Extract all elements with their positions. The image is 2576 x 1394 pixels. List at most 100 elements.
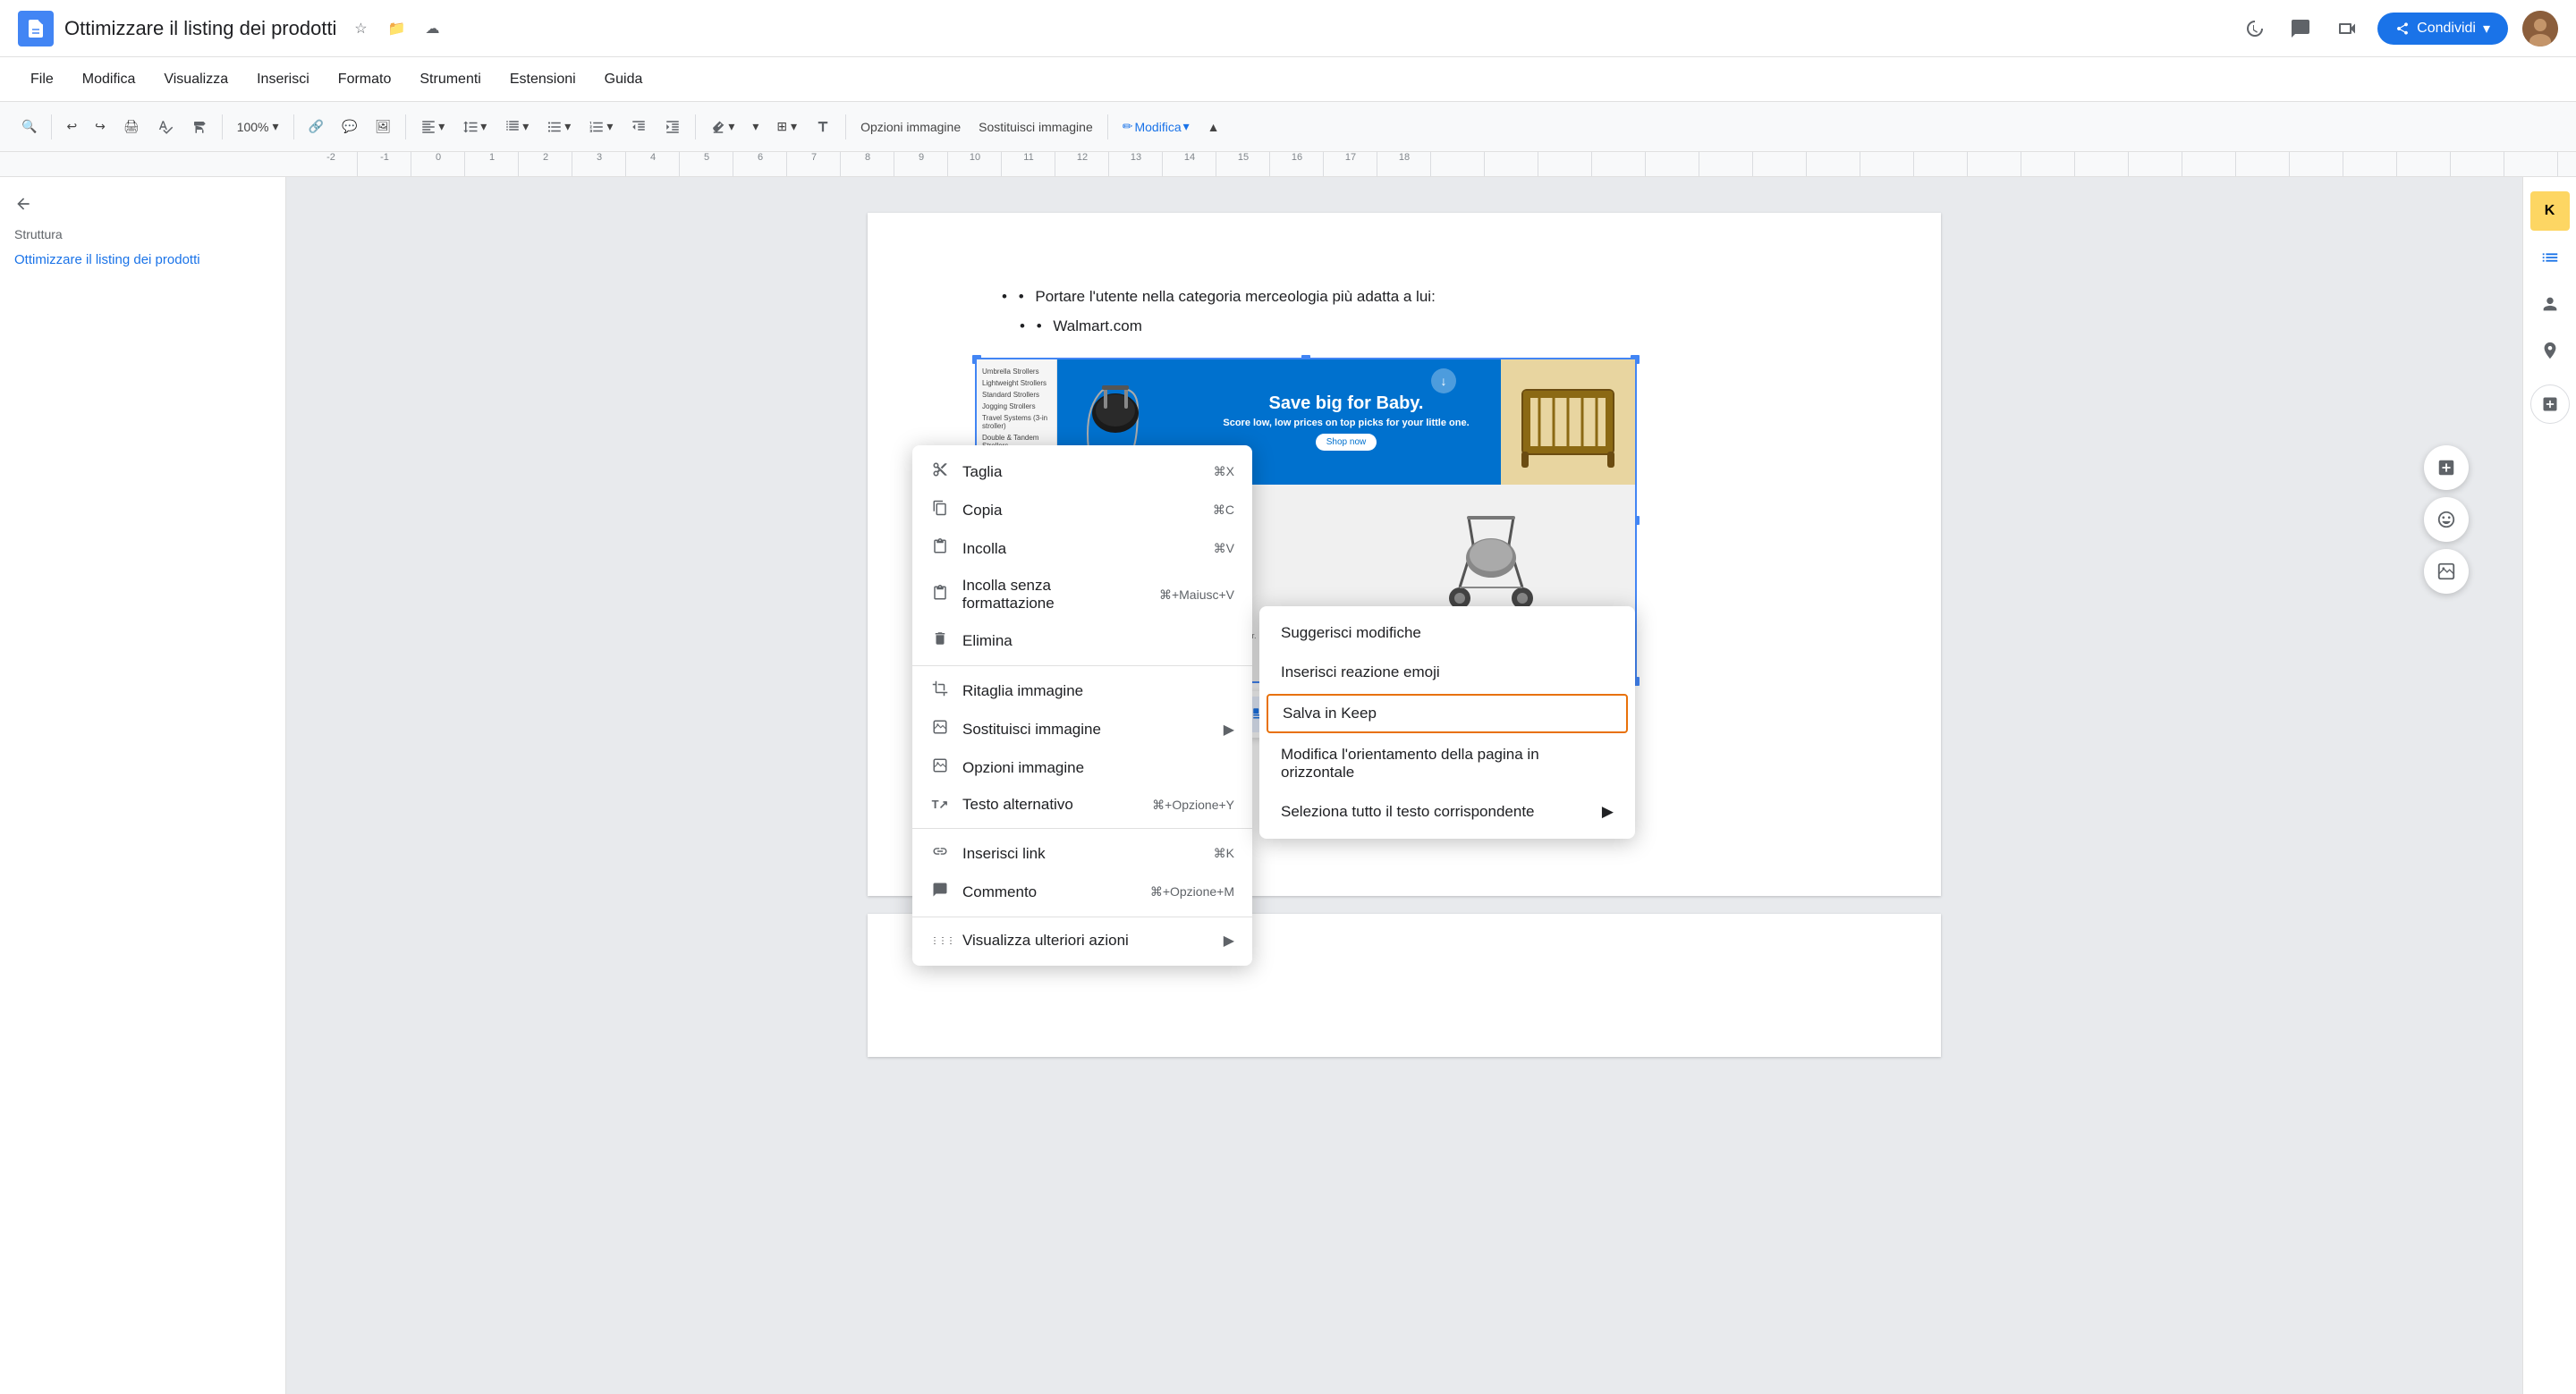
menu-strumenti[interactable]: Strumenti bbox=[407, 66, 493, 93]
image-options-toolbar-button[interactable]: Opzioni immagine bbox=[853, 116, 968, 138]
add-content-button[interactable] bbox=[2424, 445, 2469, 490]
sidebar-nav-item[interactable]: Ottimizzare il listing dei prodotti bbox=[14, 252, 200, 267]
context-insert-link[interactable]: Inserisci link ⌘K bbox=[912, 834, 1252, 873]
comment-icon bbox=[930, 882, 950, 902]
search-button[interactable]: 🔍 bbox=[14, 115, 44, 138]
menu-file[interactable]: File bbox=[18, 66, 66, 93]
menu-visualizza[interactable]: Visualizza bbox=[151, 66, 241, 93]
divider bbox=[51, 114, 52, 139]
walmart-shop-now-button[interactable]: Shop now bbox=[1316, 434, 1377, 451]
context-cut[interactable]: Taglia ⌘X bbox=[912, 452, 1252, 491]
cloud-icon[interactable]: ☁ bbox=[419, 15, 445, 42]
context-paste-unformatted[interactable]: Incolla senza formattazione ⌘+Maiusc+V bbox=[912, 568, 1252, 621]
collapse-button[interactable]: ▲ bbox=[1200, 116, 1227, 138]
context-image-options[interactable]: Opzioni immagine bbox=[912, 748, 1252, 787]
crop-label: Ritaglia immagine bbox=[962, 682, 1083, 700]
add-panel-button[interactable] bbox=[2530, 384, 2570, 424]
title-bar: Ottimizzare il listing dei prodotti ☆ 📁 … bbox=[0, 0, 2576, 57]
share-button[interactable]: Condividi ▾ bbox=[2377, 13, 2508, 45]
comment-button[interactable]: 💬 bbox=[335, 115, 364, 138]
table-button[interactable]: ⊞ ▾ bbox=[769, 115, 804, 138]
cut-shortcut: ⌘X bbox=[1214, 464, 1234, 479]
history-icon[interactable] bbox=[2238, 13, 2270, 45]
context-replace-image[interactable]: Sostituisci immagine ▶ bbox=[912, 710, 1252, 748]
image-float-button[interactable] bbox=[2424, 549, 2469, 594]
format-bar: 🔍 ↩ ↪ 🖨 100% ▾ 🔗 💬 🖼 ▾ ▾ ▾ ▾ ▾ bbox=[0, 102, 2576, 152]
title-bar-left: Ottimizzare il listing dei prodotti ☆ 📁 … bbox=[18, 11, 2238, 46]
line-spacing-button[interactable]: ▾ bbox=[455, 115, 494, 139]
emoji-button[interactable] bbox=[2424, 497, 2469, 542]
menu-modifica[interactable]: Modifica bbox=[70, 66, 148, 93]
spellcheck-button[interactable] bbox=[150, 115, 181, 139]
context-alt-text[interactable]: T↗ Testo alternativo ⌘+Opzione+Y bbox=[912, 787, 1252, 823]
context-copy[interactable]: Copia ⌘C bbox=[912, 491, 1252, 529]
document-title: Ottimizzare il listing dei prodotti bbox=[64, 17, 336, 40]
keep-panel-button[interactable]: K bbox=[2530, 191, 2570, 231]
maps-panel-button[interactable] bbox=[2530, 331, 2570, 370]
ruler: -2 -1 0 1 2 3 4 5 6 7 8 9 10 11 12 13 14… bbox=[0, 152, 2576, 177]
delete-label: Elimina bbox=[962, 632, 1013, 650]
delete-icon bbox=[930, 630, 950, 651]
menu-bar: File Modifica Visualizza Inserisci Forma… bbox=[0, 57, 2576, 102]
ruler-content: -2 -1 0 1 2 3 4 5 6 7 8 9 10 11 12 13 14… bbox=[304, 152, 2576, 176]
walmart-hero-text: Save big for Baby. Score low, low prices… bbox=[1223, 393, 1469, 451]
submenu-suggest[interactable]: Suggerisci modifiche bbox=[1259, 613, 1635, 653]
video-icon[interactable] bbox=[2331, 13, 2363, 45]
indent-decrease-button[interactable] bbox=[623, 115, 654, 139]
more-actions-label: Visualizza ulteriori azioni bbox=[962, 932, 1129, 950]
bullet-list-button[interactable]: ▾ bbox=[539, 115, 578, 139]
star-icon[interactable]: ☆ bbox=[347, 15, 374, 42]
more-actions-icon: ⋮⋮⋮ bbox=[930, 936, 950, 946]
undo-button[interactable]: ↩ bbox=[59, 115, 84, 138]
paintformat-button[interactable] bbox=[184, 115, 215, 139]
paste-plain-icon bbox=[930, 585, 950, 605]
context-comment[interactable]: Commento ⌘+Opzione+M bbox=[912, 873, 1252, 911]
bullet-item-1: • Portare l'utente nella categoria merce… bbox=[1002, 284, 1834, 310]
menu-formato[interactable]: Formato bbox=[326, 66, 404, 93]
comments-icon[interactable] bbox=[2284, 13, 2317, 45]
bullet-item-2: • Walmart.com bbox=[1020, 314, 1834, 340]
user-avatar[interactable] bbox=[2522, 11, 2558, 46]
copy-shortcut: ⌘C bbox=[1213, 503, 1234, 518]
image-button[interactable]: 🖼 bbox=[368, 115, 398, 138]
divider5 bbox=[695, 114, 696, 139]
context-crop[interactable]: Ritaglia immagine bbox=[912, 672, 1252, 710]
trim-button[interactable] bbox=[808, 115, 838, 139]
divider4 bbox=[405, 114, 406, 139]
context-delete[interactable]: Elimina bbox=[912, 621, 1252, 660]
float-action-buttons bbox=[2424, 445, 2469, 594]
align-button[interactable]: ▾ bbox=[413, 115, 452, 139]
replace-image-icon bbox=[930, 719, 950, 739]
zoom-control[interactable]: 100% ▾ bbox=[230, 115, 286, 138]
menu-guida[interactable]: Guida bbox=[592, 66, 656, 93]
checklist-button[interactable]: ▾ bbox=[497, 115, 536, 139]
image-options-label: Opzioni immagine bbox=[962, 759, 1084, 777]
print-button[interactable]: 🖨 bbox=[116, 115, 147, 138]
submenu-emoji[interactable]: Inserisci reazione emoji bbox=[1259, 653, 1635, 692]
tasks-panel-button[interactable] bbox=[2530, 238, 2570, 277]
redo-button[interactable]: ↪ bbox=[88, 115, 113, 138]
submenu-orientation[interactable]: Modifica l'orientamento della pagina in … bbox=[1259, 735, 1635, 792]
context-divider-2 bbox=[912, 828, 1252, 829]
replace-image-button[interactable]: Sostituisci immagine bbox=[971, 116, 1100, 138]
folder-icon[interactable]: 📁 bbox=[383, 15, 410, 42]
paste-plain-shortcut: ⌘+Maiusc+V bbox=[1159, 587, 1234, 603]
context-paste[interactable]: Incolla ⌘V bbox=[912, 529, 1252, 568]
context-more-actions[interactable]: ⋮⋮⋮ Visualizza ulteriori azioni ▶ bbox=[912, 923, 1252, 959]
highlight-button[interactable]: ▾ bbox=[703, 115, 741, 139]
bullet-list: • Portare l'utente nella categoria merce… bbox=[975, 284, 1834, 340]
submenu-save-keep[interactable]: Salva in Keep bbox=[1267, 694, 1628, 733]
sidebar-back-button[interactable] bbox=[14, 195, 271, 213]
link-button[interactable]: 🔗 bbox=[301, 115, 331, 138]
app-icon bbox=[18, 11, 54, 46]
menu-inserisci[interactable]: Inserisci bbox=[244, 66, 322, 93]
document-area[interactable]: • Portare l'utente nella categoria merce… bbox=[286, 177, 2522, 1394]
numbered-list-button[interactable]: ▾ bbox=[581, 115, 620, 139]
divider3 bbox=[293, 114, 294, 139]
indent-increase-button[interactable] bbox=[657, 115, 688, 139]
align-options-button[interactable]: ▾ bbox=[745, 115, 766, 138]
contacts-panel-button[interactable] bbox=[2530, 284, 2570, 324]
submenu-select-all[interactable]: Seleziona tutto il testo corrispondente … bbox=[1259, 792, 1635, 832]
edit-mode-button[interactable]: ✏ Modifica ▾ bbox=[1115, 115, 1197, 138]
menu-estensioni[interactable]: Estensioni bbox=[497, 66, 589, 93]
